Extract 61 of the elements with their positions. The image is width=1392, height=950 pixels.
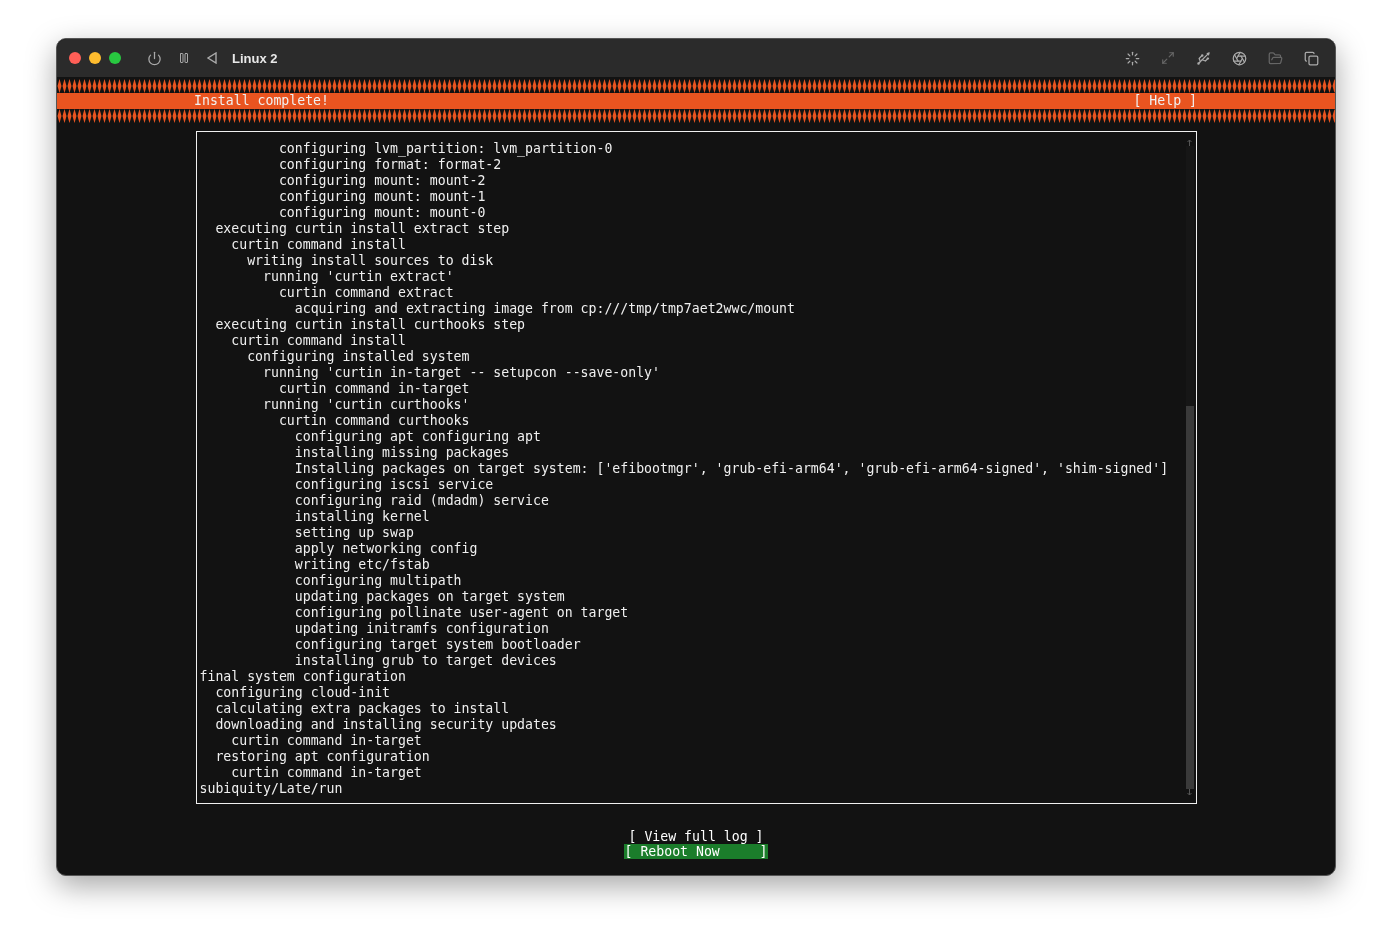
log-line: running 'curtin curthooks'	[262, 397, 470, 412]
log-line: subiquity/Late/run	[199, 781, 343, 796]
log-line: apply networking config	[293, 541, 478, 556]
log-line: final system configuration	[199, 669, 406, 684]
zoom-button[interactable]	[109, 52, 121, 64]
pause-icon[interactable]	[178, 52, 190, 64]
log-line: configuring target system bootloader	[293, 637, 581, 652]
aperture-icon[interactable]	[1232, 50, 1247, 66]
log-line: configuring iscsi service	[293, 477, 494, 492]
log-line: Installing packages on target system: ['efibootmgr', 'grub-efi-arm64', 'grub-efi-arm64-signed', 'shim-signed']	[293, 461, 1169, 476]
log-line: configuring installed system	[246, 349, 470, 364]
scroll-up-icon[interactable]	[1187, 140, 1192, 146]
usb-icon[interactable]	[1196, 50, 1211, 66]
log-line: setting up swap	[293, 525, 414, 540]
log-line: running 'curtin extract'	[262, 269, 454, 284]
log-line: acquiring and extracting image from cp:///tmp/tmp7aet2wwc/mount	[293, 301, 795, 316]
menu-button[interactable]: [ Reboot Now ]	[623, 844, 769, 859]
log-line: configuring pollinate user-agent on target	[293, 605, 629, 620]
help-link[interactable]: [ Help ]	[1133, 93, 1197, 109]
resize-icon[interactable]	[1161, 51, 1175, 65]
log-line: calculating extra packages to install	[214, 701, 510, 716]
log-line: updating packages on target system	[293, 589, 565, 604]
log-line: writing install sources to disk	[246, 253, 494, 268]
log-line: configuring apt configuring apt	[293, 429, 541, 444]
close-button[interactable]	[69, 52, 81, 64]
log-line: configuring mount: mount-1	[277, 189, 486, 204]
log-line: updating initramfs configuration	[293, 621, 549, 636]
log-line: curtin command in-target	[277, 381, 470, 396]
minimize-button[interactable]	[89, 52, 101, 64]
log-line: curtin command install	[230, 237, 406, 252]
log-line: curtin command extract	[277, 285, 454, 300]
folder-icon[interactable]	[1268, 50, 1283, 66]
log-line: curtin command in-target	[230, 765, 422, 780]
log-line: curtin command curthooks	[277, 413, 470, 428]
back-icon[interactable]	[206, 52, 218, 64]
log-line: curtin command install	[230, 333, 406, 348]
log-line: configuring mount: mount-2	[277, 173, 486, 188]
log-line: downloading and installing security updates	[214, 717, 557, 732]
log-line: installing grub to target devices	[293, 653, 557, 668]
log-line: installing missing packages	[293, 445, 510, 460]
header-title: Install complete!	[194, 93, 329, 109]
menu-button[interactable]: [ View full log ]	[627, 829, 765, 844]
log-line: installing kernel	[293, 509, 430, 524]
windows-icon[interactable]	[1304, 50, 1319, 66]
window-title: Linux 2	[232, 50, 278, 66]
scroll-down-icon[interactable]	[1187, 789, 1192, 795]
log-line: executing curtin install curthooks step	[214, 317, 526, 332]
spinner-icon[interactable]	[1125, 50, 1140, 66]
log-line: curtin command in-target	[230, 733, 422, 748]
log-line: configuring raid (mdadm) service	[293, 493, 549, 508]
scroll-thumb[interactable]	[1185, 406, 1194, 789]
log-line: configuring cloud-init	[214, 685, 391, 700]
log-line: restoring apt configuration	[214, 749, 430, 764]
log-line: configuring mount: mount-0	[277, 205, 486, 220]
log-line: configuring lvm_partition: lvm_partition-0	[277, 141, 613, 156]
log-line: configuring multipath	[293, 573, 462, 588]
log-line: running 'curtin in-target -- setupcon --save-only'	[262, 365, 660, 380]
power-icon[interactable]	[147, 50, 162, 66]
log-line: writing etc/fstab	[293, 557, 430, 572]
log-line: configuring format: format-2	[277, 157, 502, 172]
log-line: executing curtin install extract step	[214, 221, 510, 236]
